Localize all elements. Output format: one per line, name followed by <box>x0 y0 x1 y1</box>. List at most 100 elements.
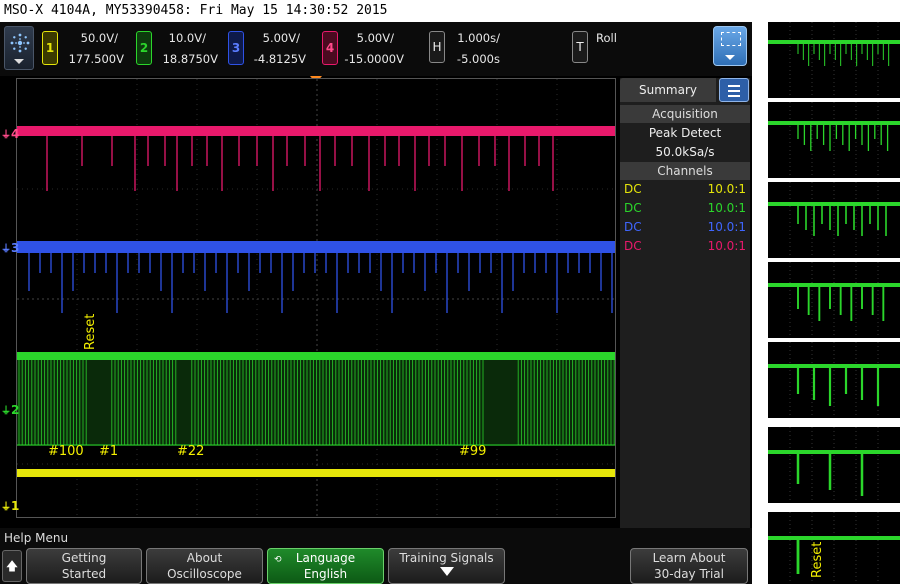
zoom-thumbnail-strip: Reset <box>768 22 900 584</box>
channel-4-key[interactable]: 4 <box>322 31 338 65</box>
thumbnail-1[interactable] <box>768 22 900 98</box>
softkey-line: Training Signals <box>399 551 494 565</box>
thumbnail-4[interactable] <box>768 262 900 338</box>
channel-4-ground-marker[interactable]: ⏚4 <box>1 126 19 141</box>
language-button[interactable]: ⟲ Language English <box>267 548 384 584</box>
thumbnail-trace <box>768 22 900 98</box>
channel-4-offset: -15.0000V <box>344 52 404 66</box>
channel-3-ground-marker[interactable]: ⏚3 <box>1 240 19 255</box>
channel-4-marker-label: 4 <box>11 127 20 141</box>
softkey-line: About <box>186 551 223 565</box>
ground-icon: ⏚ <box>1 244 11 255</box>
summary-sidebar: Summary Acquisition Peak Detect 50.0kSa/… <box>620 78 750 528</box>
coupling: DC <box>624 182 642 196</box>
softkey-line: English <box>303 567 348 581</box>
channel-1-key[interactable]: 1 <box>42 31 58 65</box>
channel-1-ground-marker[interactable]: ⏚1 <box>1 498 19 513</box>
thumbnail-trace <box>768 262 900 338</box>
channel-2-marker-label: 2 <box>11 403 20 417</box>
menu-up-button[interactable]: 🡅 <box>2 550 22 582</box>
sidebar-list-button[interactable] <box>719 78 749 102</box>
channel-1-marker-label: 1 <box>11 499 20 513</box>
rotary-knob-icon: ⟲ <box>274 555 282 565</box>
tab-summary[interactable]: Summary <box>620 78 716 102</box>
thumbnail-7[interactable]: Reset <box>768 512 900 584</box>
softkey-line: Oscilloscope <box>167 567 242 581</box>
thumbnail-trace <box>768 427 900 503</box>
softkey-line: Getting <box>61 551 107 565</box>
annotation-99: #99 <box>459 444 487 459</box>
channel-2-scale: 10.0V/ <box>168 31 206 45</box>
coupling: DC <box>624 220 642 234</box>
softkey-line: Language <box>295 551 356 565</box>
probe-ratio: 10.0:1 <box>707 201 746 215</box>
annotation-1: #1 <box>99 444 119 459</box>
channel-4-trace <box>17 126 615 191</box>
thumbnail-6[interactable] <box>768 427 900 503</box>
probe-ratio: 10.0:1 <box>707 182 746 196</box>
list-icon-line <box>728 90 740 92</box>
oscilloscope-display: 1 50.0V/ 177.500V 2 10.0V/ 18.8750V 3 5.… <box>0 22 752 584</box>
about-oscilloscope-button[interactable]: About Oscilloscope <box>146 548 263 584</box>
arrow-down-icon <box>439 567 454 576</box>
annotation-100: #100 <box>48 444 84 459</box>
softkey-bar: Help Menu 🡅 Getting Started About Oscill… <box>0 528 752 584</box>
channel-3-key[interactable]: 3 <box>228 31 244 65</box>
channel-3-trace <box>17 241 615 313</box>
trigger-mode: Roll <box>596 31 617 45</box>
trigger-key[interactable]: T <box>572 31 588 63</box>
softkey-line: 30-day Trial <box>653 567 724 581</box>
window-title: MSO-X 4104A, MY53390458: Fri May 15 14:3… <box>0 0 900 22</box>
thumbnail-3[interactable] <box>768 182 900 258</box>
channel-2-trace <box>17 352 615 446</box>
list-icon <box>728 85 740 87</box>
keysight-logo-icon <box>10 33 30 53</box>
menu-title: Help Menu <box>4 531 69 545</box>
list-icon-line <box>728 95 740 97</box>
probe-ratio: 10.0:1 <box>707 239 746 253</box>
channel-2-ground-marker[interactable]: ⏚2 <box>1 402 19 417</box>
training-signals-button[interactable]: Training Signals <box>388 548 505 584</box>
channel-3-marker-label: 3 <box>11 241 20 255</box>
getting-started-button[interactable]: Getting Started <box>26 548 142 584</box>
acquisition-header: Acquisition <box>620 105 750 123</box>
coupling: DC <box>624 239 642 253</box>
arrow-up-icon: 🡅 <box>5 559 19 573</box>
channel-2-offset: 18.8750V <box>162 52 218 66</box>
coupling: DC <box>624 201 642 215</box>
reset-annotation: Reset <box>83 313 98 350</box>
softkey-line: Started <box>61 567 107 581</box>
top-control-bar: 1 50.0V/ 177.500V 2 10.0V/ 18.8750V 3 5.… <box>0 22 752 76</box>
thumbnail-trace <box>768 342 900 418</box>
sample-rate: 50.0kSa/s <box>655 145 715 159</box>
channel-1-scale: 50.0V/ <box>80 31 118 45</box>
thumbnail-2[interactable] <box>768 102 900 178</box>
horizontal-key[interactable]: H <box>429 31 445 63</box>
channel-2-key[interactable]: 2 <box>136 31 152 65</box>
selection-box-icon <box>721 32 741 46</box>
thumbnail-5[interactable] <box>768 342 900 418</box>
zoom-select-button[interactable] <box>713 26 747 66</box>
channel-1-offset: 177.500V <box>68 52 124 66</box>
ground-icon: ⏚ <box>1 502 11 513</box>
thumbnail-trace <box>768 182 900 258</box>
thumbnail-trace <box>768 102 900 178</box>
channel-3-offset: -4.8125V <box>253 52 306 66</box>
channel-1-trace <box>17 469 615 477</box>
thumbnail-reset-label: Reset <box>810 541 825 578</box>
chevron-down-icon <box>14 59 24 64</box>
horizontal-delay: -5.000s <box>456 52 500 66</box>
chevron-down-icon <box>725 55 735 60</box>
channel-4-scale: 5.00V/ <box>356 31 394 45</box>
channel-3-scale: 5.00V/ <box>262 31 300 45</box>
thumbnail-trace <box>768 512 900 584</box>
channels-header: Channels <box>620 162 750 180</box>
ground-icon: ⏚ <box>1 130 11 141</box>
main-menu-button[interactable] <box>4 26 34 70</box>
acquisition-mode: Peak Detect <box>648 126 722 140</box>
ground-icon: ⏚ <box>1 406 11 417</box>
learn-about-trial-button[interactable]: Learn About 30-day Trial <box>630 548 748 584</box>
annotation-22: #22 <box>177 444 205 459</box>
probe-ratio: 10.0:1 <box>707 220 746 234</box>
softkey-line: Learn About <box>652 551 726 565</box>
